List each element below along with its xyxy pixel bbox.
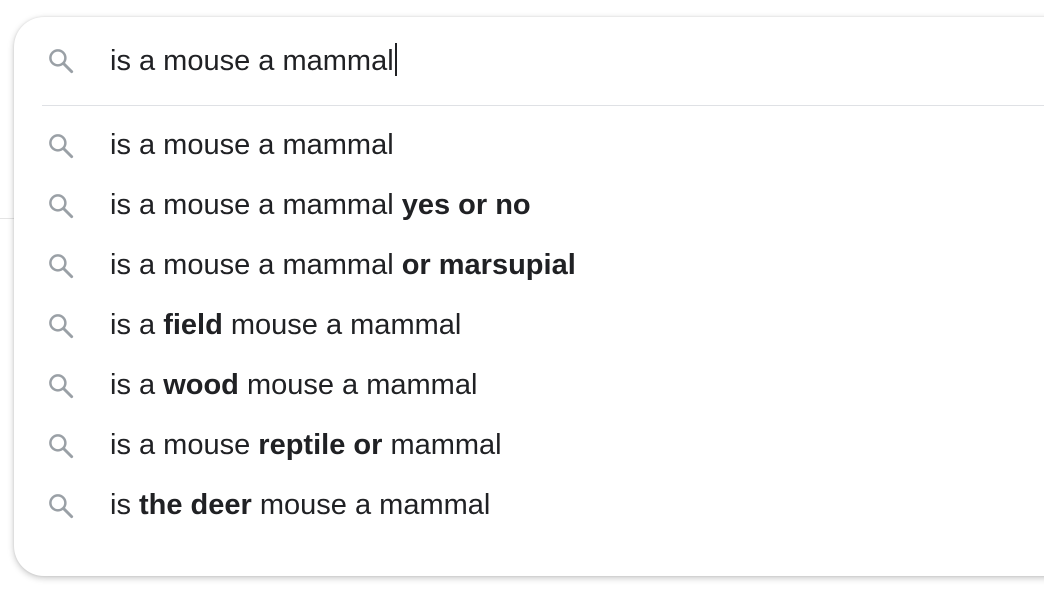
suggestion-text: is the deer mouse a mammal	[110, 487, 490, 523]
suggestion-item[interactable]: is the deer mouse a mammal	[14, 476, 1044, 536]
suggestion-query-part: is a mouse a mammal	[110, 189, 402, 221]
suggestion-item[interactable]: is a wood mouse a mammal	[14, 356, 1044, 416]
suggestion-query-part: mammal	[382, 429, 502, 461]
search-icon	[46, 311, 76, 341]
suggestion-completion: or marsupial	[401, 249, 576, 281]
suggestion-text: is a mouse a mammal yes or no	[110, 187, 531, 223]
suggestion-query-part: is a mouse	[110, 429, 259, 461]
suggestion-item[interactable]: is a field mouse a mammal	[14, 296, 1044, 356]
suggestion-text: is a mouse reptile or mammal	[110, 427, 502, 463]
search-icon	[46, 491, 76, 521]
search-icon	[46, 371, 76, 401]
suggestion-query-part: is a	[110, 309, 164, 341]
suggestion-query-part: is a mouse a mammal	[110, 129, 394, 161]
suggestion-query-part: mouse a mammal	[251, 489, 491, 521]
search-icon	[46, 46, 76, 76]
suggestion-item[interactable]: is a mouse a mammal yes or no	[14, 176, 1044, 236]
suggestion-completion: field	[163, 309, 223, 341]
suggestion-text: is a wood mouse a mammal	[110, 367, 477, 403]
background-divider	[0, 218, 14, 219]
suggestion-item[interactable]: is a mouse a mammal or marsupial	[14, 236, 1044, 296]
search-icon	[46, 191, 76, 221]
search-icon	[46, 251, 76, 281]
page: is a mouse a mammal is a mouse a mammal i…	[0, 0, 1044, 590]
suggestion-item[interactable]: is a mouse reptile or mammal	[14, 416, 1044, 476]
search-icon	[46, 431, 76, 461]
suggestion-completion: the deer	[139, 489, 252, 521]
search-input[interactable]: is a mouse a mammal	[110, 43, 397, 79]
suggestion-text: is a mouse a mammal	[110, 127, 394, 163]
suggestion-text: is a mouse a mammal or marsupial	[110, 247, 576, 283]
suggestion-text: is a field mouse a mammal	[110, 307, 461, 343]
suggestion-completion: wood	[163, 369, 239, 401]
suggestion-query-part: mouse a mammal	[238, 369, 478, 401]
suggestion-completion: yes or no	[401, 189, 531, 221]
search-query-text: is a mouse a mammal	[110, 45, 394, 77]
input-divider	[42, 105, 1044, 106]
text-caret	[394, 43, 397, 76]
suggestion-query-part: is a mouse a mammal	[110, 249, 402, 281]
search-icon	[46, 131, 76, 161]
suggestion-query-part: is	[110, 489, 139, 521]
suggestion-completion: reptile or	[258, 429, 383, 461]
search-box-dropdown: is a mouse a mammal is a mouse a mammal i…	[14, 17, 1044, 576]
suggestion-item[interactable]: is a mouse a mammal	[14, 116, 1044, 176]
suggestion-list: is a mouse a mammal is a mouse a mammal y…	[14, 116, 1044, 536]
search-input-row[interactable]: is a mouse a mammal	[14, 17, 1044, 105]
suggestion-query-part: is a	[110, 369, 164, 401]
suggestion-query-part: mouse a mammal	[222, 309, 462, 341]
